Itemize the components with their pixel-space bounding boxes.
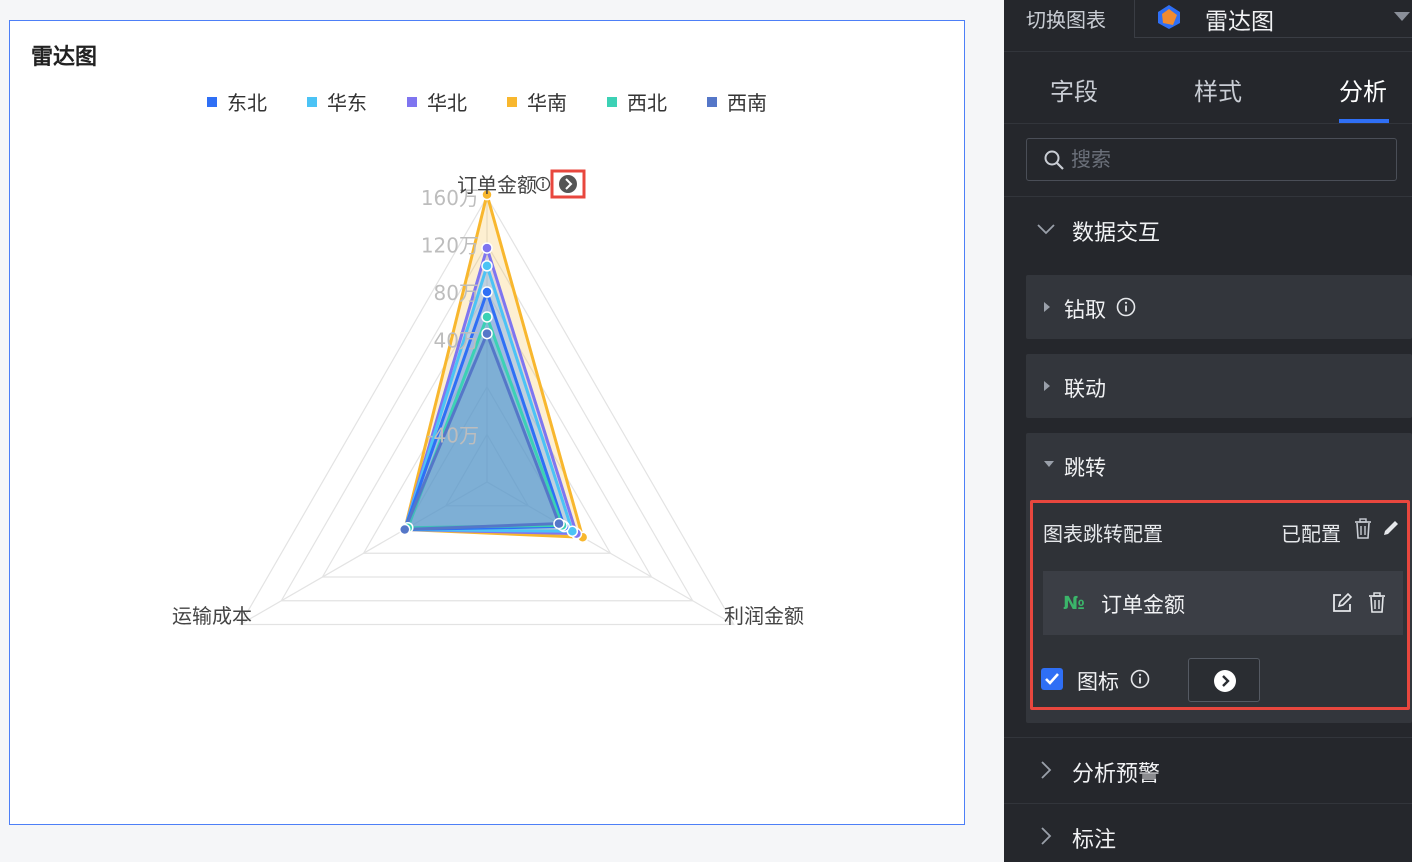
jump-field-row: № 订单金额: [1043, 571, 1403, 635]
chevron-down-icon: [1037, 224, 1055, 235]
chevron-right-icon: [1041, 827, 1052, 845]
chevron-down-icon: [1394, 12, 1410, 21]
settings-panel: 切换图表 雷达图 字段 样式 分析 数据交互 钻取: [1004, 0, 1412, 862]
icon-picker[interactable]: [1188, 658, 1260, 702]
radar-point: [481, 242, 493, 254]
tab-style[interactable]: 样式: [1194, 72, 1242, 107]
active-tab-indicator: [1339, 119, 1389, 123]
radar-point: [481, 286, 493, 298]
caret-right-icon: [1044, 302, 1050, 312]
radar-point: [553, 517, 565, 530]
panel-tabs: 字段 样式 分析: [1004, 52, 1412, 124]
sub-section-drill[interactable]: 钻取: [1026, 275, 1412, 339]
delete-icon[interactable]: [1353, 518, 1373, 540]
radar-chart-type-icon: [1158, 5, 1180, 29]
jump-config-status: 已配置: [1281, 522, 1341, 546]
radar-point: [398, 523, 411, 536]
section-label: 标注: [1072, 828, 1117, 853]
chart-switch-row: 切换图表 雷达图: [1004, 0, 1412, 52]
caret-down-icon[interactable]: [1044, 461, 1054, 467]
switch-chart-label: 切换图表: [1026, 8, 1106, 32]
numeric-field-icon: №: [1063, 593, 1085, 614]
chevron-right-icon: [1041, 761, 1052, 779]
section-annotation[interactable]: 标注: [1004, 803, 1412, 862]
tab-fields[interactable]: 字段: [1050, 72, 1098, 107]
chart-card: 雷达图 东北 华东 华北 华南 西北 西南 -40万 40万 80万 120万 160万 订单金额利…: [9, 20, 965, 825]
radial-tick-label: 120万: [421, 234, 479, 258]
radar-chart: -40万40万80万120万160万订单金额利润金额运输成本: [172, 169, 804, 628]
jump-config-title: 图表跳转配置: [1043, 522, 1163, 546]
radial-tick-label: 80万: [434, 281, 479, 305]
search-box[interactable]: [1026, 138, 1397, 181]
radar-point: [481, 260, 493, 272]
radial-tick-label: 40万: [434, 329, 479, 353]
search-icon: [1044, 150, 1064, 170]
section-label: 数据交互: [1072, 221, 1161, 246]
drill-label: 钻取: [1064, 298, 1106, 322]
info-icon[interactable]: [1116, 297, 1136, 317]
edit-icon[interactable]: [1331, 592, 1353, 614]
icon-checkbox[interactable]: [1041, 668, 1063, 690]
arrow-circle-icon: [1214, 670, 1236, 692]
section-label: 分析预警: [1072, 762, 1161, 787]
axis-label: 利润金额: [724, 604, 804, 628]
jump-config-box: 图表跳转配置 已配置 № 订单金额 图标: [1030, 500, 1410, 710]
tab-analysis[interactable]: 分析: [1339, 72, 1387, 107]
linkage-label: 联动: [1064, 377, 1106, 401]
axis-label: 运输成本: [172, 604, 252, 628]
jump-label[interactable]: 跳转: [1064, 452, 1106, 482]
checkmark-icon: [1045, 673, 1059, 685]
icon-option-label: 图标: [1077, 670, 1119, 694]
jump-arrow-icon: [559, 175, 577, 193]
pencil-icon[interactable]: [1381, 518, 1401, 538]
axis-label: 订单金额: [457, 173, 537, 197]
sub-section-linkage[interactable]: 联动: [1026, 354, 1412, 418]
caret-right-icon: [1044, 381, 1050, 391]
section-analysis-alert[interactable]: 分析预警: [1004, 737, 1412, 803]
radial-tick-label: -40万: [426, 424, 479, 448]
radar-point: [481, 327, 493, 340]
delete-icon[interactable]: [1367, 592, 1387, 614]
info-icon[interactable]: [1130, 669, 1150, 689]
jump-field-name: 订单金额: [1101, 593, 1185, 617]
chart-type-select[interactable]: 雷达图: [1134, 0, 1412, 38]
radar-point: [481, 311, 493, 323]
section-data-interaction[interactable]: 数据交互: [1004, 196, 1412, 262]
search-input[interactable]: [1071, 142, 1371, 176]
info-icon-dot: [542, 178, 544, 181]
chart-type-value: 雷达图: [1205, 9, 1274, 35]
